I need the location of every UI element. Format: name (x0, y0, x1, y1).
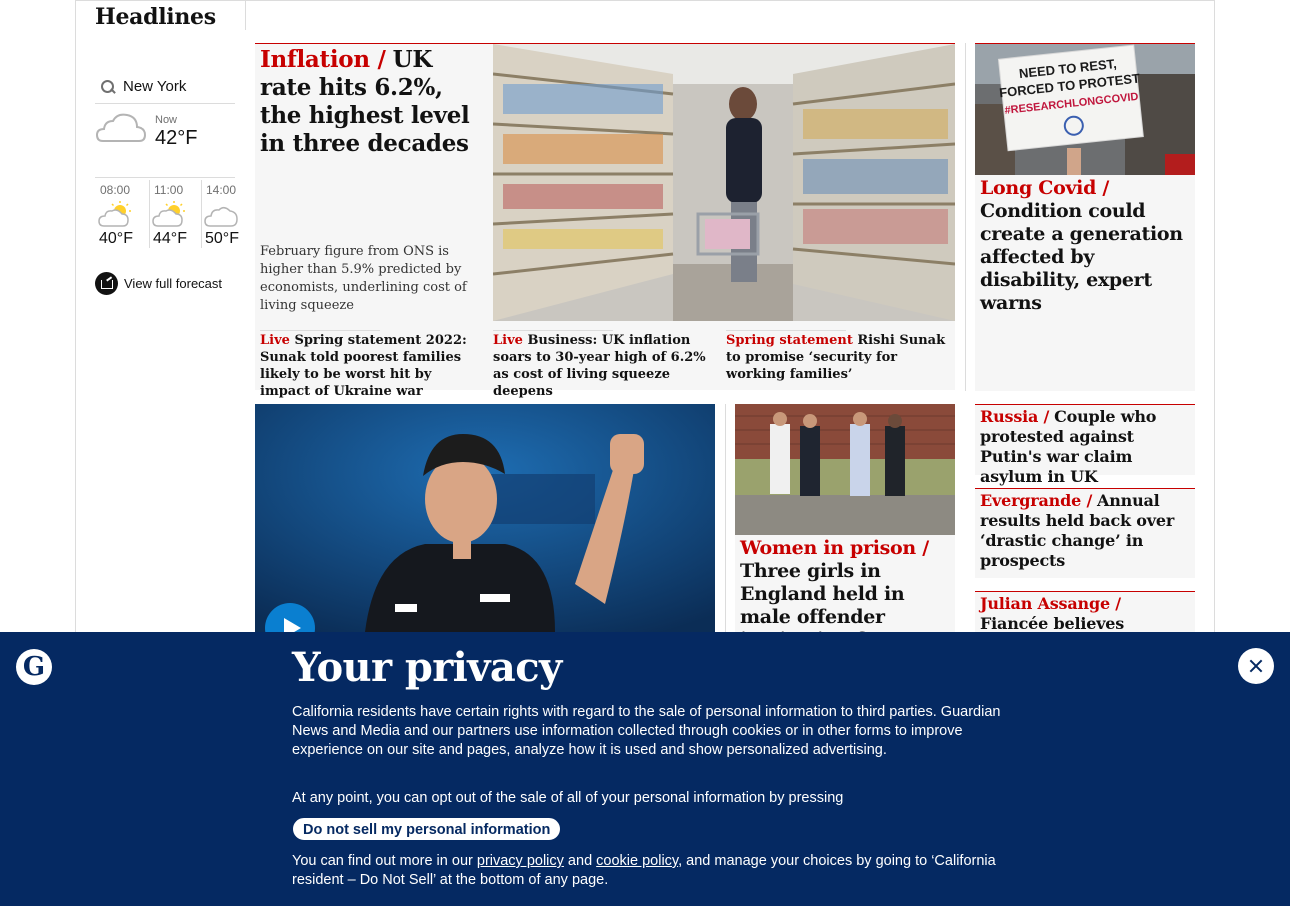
covid-story-kicker: Long Covid / (980, 177, 1110, 199)
main-story-card[interactable]: Inflation / UK rate hits 6.2%, the highe… (255, 43, 955, 399)
weather-hour-temp: 44°F (153, 230, 187, 247)
prison-photo (735, 404, 955, 535)
weather-hour: 11:00 44°F (149, 180, 199, 250)
weather-hour-time: 14:00 (206, 183, 237, 197)
view-forecast-link[interactable]: View full forecast (95, 272, 222, 295)
privacy-paragraph: You can find out more in our privacy pol… (292, 852, 1002, 890)
privacy-text: and (563, 853, 597, 869)
sublink-kicker: Spring statement (726, 333, 853, 348)
sun-cloud-icon (98, 201, 131, 227)
privacy-policy-link[interactable]: privacy policy (477, 853, 564, 869)
main-story-standfirst: February figure from ONS is higher than … (260, 244, 467, 313)
divider (245, 0, 246, 30)
main-story-kicker: Inflation / (260, 46, 386, 73)
external-link-icon (95, 272, 118, 295)
weather-location: New York (123, 78, 187, 95)
weather-hour-temp: 50°F (205, 230, 239, 247)
side-story-headline[interactable]: Russia / Couple who protested against Pu… (980, 407, 1192, 487)
privacy-paragraph: At any point, you can opt out of the sal… (292, 790, 844, 806)
covid-story-headline[interactable]: Long Covid / Condition could create a ge… (980, 177, 1192, 315)
tennis-player-photo (255, 404, 715, 632)
side-story-headline[interactable]: Evergrande / Annual results held back ov… (980, 491, 1192, 571)
side-story-kicker: Julian Assange / (980, 594, 1121, 613)
weather-now-temp: 42°F (155, 127, 198, 149)
divider (95, 177, 235, 178)
cookie-policy-link[interactable]: cookie policy (596, 853, 678, 869)
side-story-card[interactable]: Russia / Couple who protested against Pu… (975, 404, 1195, 486)
weather-hour-time: 11:00 (154, 183, 184, 197)
sublink-kicker: Live (493, 333, 523, 348)
sublink[interactable]: Spring statement Rishi Sunak to promise … (726, 330, 948, 383)
privacy-banner: Your privacy California residents have c… (0, 632, 1290, 906)
supermarket-photo (493, 44, 955, 321)
sublink[interactable]: Live Spring statement 2022: Sunak told p… (260, 330, 482, 400)
protest-sign-photo: NEED TO REST, FORCED TO PROTEST #RESEARC… (975, 44, 1195, 175)
main-story-headline[interactable]: Inflation / UK rate hits 6.2%, the highe… (260, 46, 485, 158)
privacy-paragraph: California residents have certain rights… (292, 704, 1001, 758)
sun-cloud-icon (152, 201, 185, 227)
prison-story-kicker: Women in prison / (740, 537, 929, 559)
side-story-title: Fiancée believes journalists barred (980, 614, 1125, 632)
weather-hour: 08:00 40°F (95, 180, 145, 250)
cloud-icon (204, 207, 238, 227)
covid-story-card[interactable]: NEED TO REST, FORCED TO PROTEST #RESEARC… (975, 43, 1195, 391)
weather-location-field[interactable]: New York (95, 70, 235, 104)
sublink[interactable]: Live Business: UK inflation soars to 30-… (493, 330, 718, 400)
side-story-kicker: Russia / (980, 407, 1050, 426)
privacy-text: You can find out more in our (292, 853, 477, 869)
search-icon (95, 77, 123, 97)
side-story-card[interactable]: Evergrande / Annual results held back ov… (975, 488, 1195, 578)
divider (725, 404, 726, 632)
weather-now-label: Now (155, 114, 178, 126)
weather-hour-time: 08:00 (100, 183, 131, 197)
privacy-title: Your privacy (292, 644, 562, 691)
prison-story-card[interactable]: Women in prison / Three girls in England… (735, 404, 955, 674)
top-rule (75, 0, 1215, 1)
do-not-sell-button[interactable]: Do not sell my personal information (292, 817, 562, 841)
divider (965, 43, 966, 391)
view-forecast-label: View full forecast (124, 276, 223, 291)
sublink-text: Business: UK inflation soars to 30-year … (493, 333, 706, 399)
sublink-kicker: Live (260, 333, 290, 348)
side-story-kicker: Evergrande / (980, 491, 1093, 510)
video-story-card[interactable] (255, 404, 715, 632)
side-story-headline[interactable]: Julian Assange / Fiancée believes journa… (980, 594, 1192, 632)
side-story-card[interactable]: Julian Assange / Fiancée believes journa… (975, 591, 1195, 632)
section-title: Headlines (95, 4, 216, 30)
close-icon[interactable] (1238, 648, 1274, 684)
weather-hour-temp: 40°F (99, 230, 133, 247)
covid-story-title: Condition could create a generation affe… (980, 200, 1183, 314)
guardian-logo-icon (16, 649, 52, 685)
sublink-text: Spring statement 2022: Sunak told poores… (260, 333, 467, 399)
weather-hour: 14:00 50°F (201, 180, 251, 250)
cloud-icon (95, 113, 147, 142)
